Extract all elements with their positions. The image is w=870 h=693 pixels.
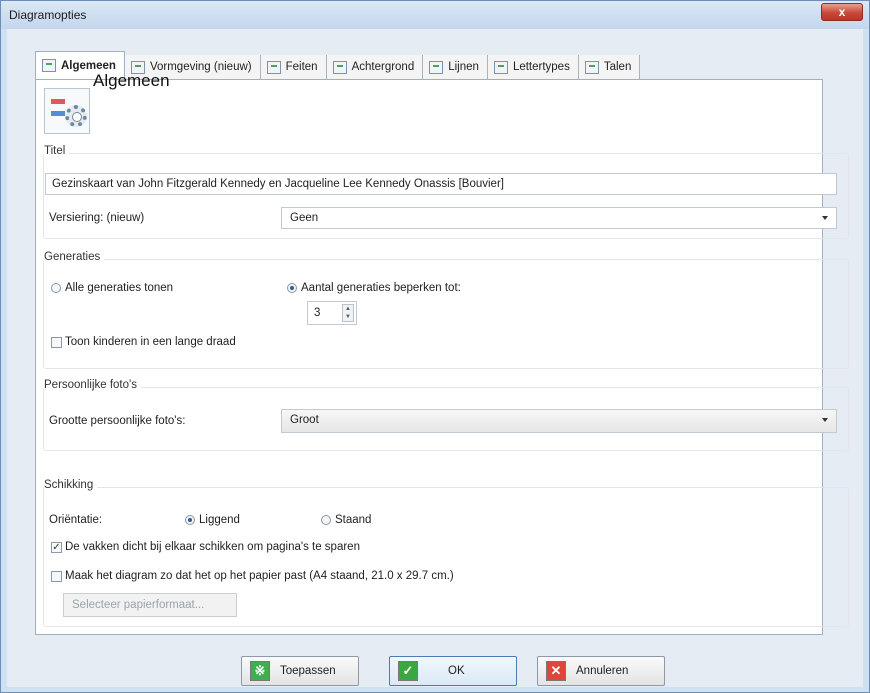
tab-label: Talen — [603, 61, 632, 73]
cancel-label: Annuleren — [576, 665, 629, 677]
chevron-down-icon — [822, 418, 828, 422]
all-generations-label: Alle generaties tonen — [65, 282, 174, 294]
fit-paper-label: Maak het diagram zo dat het op het papie… — [65, 570, 454, 582]
select-paper-button[interactable]: Selecteer papierformaat... — [63, 593, 237, 617]
tab-label: Lijnen — [448, 61, 479, 73]
tab-label: Achtergrond — [351, 61, 415, 73]
photo-size-dropdown[interactable]: Groot — [281, 409, 837, 433]
general-tab-icon — [42, 59, 56, 72]
close-button[interactable]: x — [821, 3, 863, 21]
tab-talen[interactable]: Talen — [578, 55, 641, 79]
tab-lijnen[interactable]: Lijnen — [423, 55, 488, 79]
limit-generations-label: Aantal generaties beperken tot: — [301, 282, 461, 294]
tab-label: Lettertypes — [512, 61, 570, 73]
generations-group: Generaties — [43, 251, 849, 369]
lines-tab-icon — [429, 60, 444, 74]
cancel-button[interactable]: ✕ Annuleren — [537, 656, 665, 686]
apply-icon: ※ — [250, 661, 270, 681]
tab-achtergrond[interactable]: Achtergrond — [326, 55, 424, 79]
compact-label: De vakken dicht bij elkaar schikken om p… — [65, 541, 360, 553]
portrait-label: Staand — [335, 514, 372, 526]
title-input[interactable]: Gezinskaart van John Fitzgerald Kennedy … — [45, 173, 837, 195]
checkmark-icon: ✓ — [398, 661, 418, 681]
long-thread-label: Toon kinderen in een lange draad — [65, 336, 236, 348]
languages-tab-icon — [584, 60, 599, 74]
generations-value: 3 — [314, 307, 321, 319]
title-bar[interactable]: Diagramopties x — [1, 1, 869, 29]
close-icon: ✕ — [546, 661, 566, 681]
landscape-radio[interactable] — [185, 515, 195, 525]
compact-checkbox[interactable]: ✓ — [51, 542, 62, 553]
fit-paper-checkbox[interactable] — [51, 571, 62, 582]
generations-stepper[interactable]: 3 ▲ ▼ — [307, 301, 357, 325]
tab-label: Feiten — [285, 61, 318, 73]
portrait-radio[interactable] — [321, 515, 331, 525]
tab-lettertypes[interactable]: Lettertypes — [487, 55, 579, 79]
limit-generations-radio[interactable] — [287, 283, 297, 293]
photo-size-value: Groot — [290, 414, 319, 426]
settings-gear-icon — [44, 88, 90, 134]
apply-button[interactable]: ※ Toepassen — [241, 656, 359, 686]
ok-button[interactable]: ✓ OK — [389, 656, 517, 686]
window-title: Diagramopties — [9, 8, 87, 22]
all-generations-radio[interactable] — [51, 283, 61, 293]
stepper-up-icon[interactable]: ▲ — [343, 305, 353, 313]
landscape-label: Liggend — [199, 514, 240, 526]
versiering-label: Versiering: (nieuw) — [49, 212, 145, 224]
stepper-down-icon[interactable]: ▼ — [343, 313, 353, 321]
tab-feiten[interactable]: Feiten — [260, 55, 327, 79]
generations-group-label: Generaties — [44, 251, 105, 263]
versiering-dropdown[interactable]: Geen — [281, 207, 837, 229]
tab-label: Algemeen — [61, 59, 116, 72]
facts-tab-icon — [266, 60, 281, 74]
orientation-label: Oriëntatie: — [49, 514, 103, 526]
photos-group-label: Persoonlijke foto's — [44, 379, 141, 391]
arrangement-group-label: Schikking — [44, 479, 98, 491]
page-title: Algemeen — [93, 71, 170, 90]
long-thread-checkbox[interactable] — [51, 337, 62, 348]
versiering-value: Geen — [290, 212, 319, 224]
ok-label: OK — [448, 665, 465, 677]
dialog-window: Diagramopties x Algemeen Vormgeving (nie… — [0, 0, 870, 693]
apply-label: Toepassen — [280, 665, 336, 677]
fonts-tab-icon — [493, 60, 508, 74]
stepper-buttons: ▲ ▼ — [342, 304, 354, 322]
background-tab-icon — [332, 60, 347, 74]
chevron-down-icon — [822, 216, 828, 220]
title-group-label: Titel — [44, 145, 70, 157]
photo-size-label: Grootte persoonlijke foto's: — [49, 415, 186, 427]
